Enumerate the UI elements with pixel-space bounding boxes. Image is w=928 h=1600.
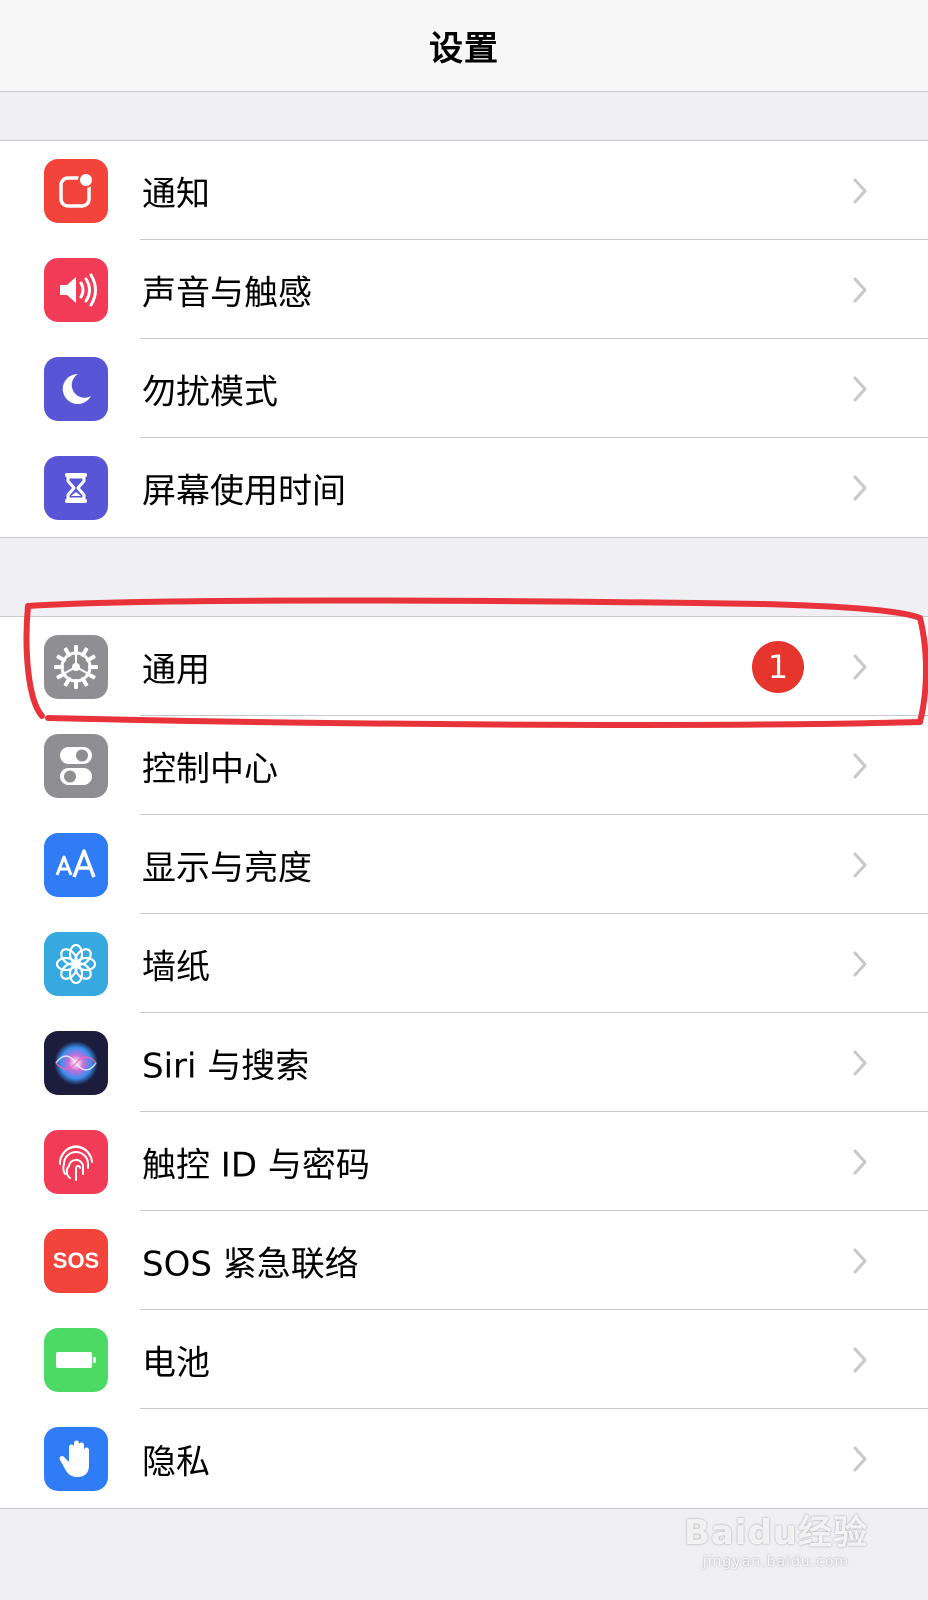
hand-icon [44, 1426, 108, 1491]
settings-row-label: Siri 与搜索 [142, 1046, 310, 1086]
page-title: 设置 [429, 29, 499, 69]
settings-row-do-not-disturb[interactable]: 勿扰模式 [0, 339, 928, 438]
settings-row-label: 勿扰模式 [142, 372, 278, 412]
gear-icon [44, 634, 108, 699]
settings-row-label: 控制中心 [142, 749, 278, 789]
navigation-bar: 设置 [0, 0, 928, 92]
chevron-right-icon [853, 475, 867, 500]
settings-row-sounds[interactable]: 声音与触感 [0, 240, 928, 339]
settings-row-label: 隐私 [142, 1442, 210, 1482]
sos-icon-text: SOS [52, 1247, 100, 1273]
text-size-icon [44, 832, 108, 897]
settings-group-1: 通知 声音与触感 勿扰模式 屏幕使用时间 [0, 140, 928, 538]
settings-row-general[interactable]: 通用 1 [0, 617, 928, 716]
settings-row-label: 显示与亮度 [142, 848, 312, 888]
settings-row-emergency-sos[interactable]: SOS SOS 紧急联络 [0, 1211, 928, 1310]
settings-group-2: 通用 1 控制中心 显示与亮度 墙纸 Siri 与搜索 触控 ID 与密码 SO… [0, 616, 928, 1509]
battery-icon [44, 1327, 108, 1392]
chevron-right-icon [853, 1248, 867, 1273]
siri-icon [44, 1030, 108, 1095]
chevron-right-icon [853, 178, 867, 203]
fingerprint-icon [44, 1129, 108, 1194]
settings-row-label: 触控 ID 与密码 [142, 1145, 370, 1185]
chevron-right-icon [853, 1347, 867, 1372]
settings-row-label: 通用 [142, 650, 210, 690]
watermark: Baidu经验 jingyan.baidu.com [684, 1505, 868, 1570]
settings-row-label: 墙纸 [142, 947, 210, 987]
speaker-icon [44, 257, 108, 322]
hourglass-icon [44, 455, 108, 520]
settings-row-label: 屏幕使用时间 [142, 471, 346, 511]
chevron-right-icon [853, 753, 867, 778]
settings-row-notifications[interactable]: 通知 [0, 141, 928, 240]
sos-icon: SOS [44, 1228, 108, 1293]
chevron-right-icon [853, 951, 867, 976]
chevron-right-icon [853, 852, 867, 877]
settings-row-screen-time[interactable]: 屏幕使用时间 [0, 438, 928, 537]
settings-row-privacy[interactable]: 隐私 [0, 1409, 928, 1508]
settings-row-label: 通知 [142, 174, 210, 214]
settings-row-label: 电池 [142, 1343, 210, 1383]
settings-row-battery[interactable]: 电池 [0, 1310, 928, 1409]
notifications-icon [44, 158, 108, 223]
settings-row-siri[interactable]: Siri 与搜索 [0, 1013, 928, 1112]
notification-badge: 1 [752, 640, 804, 693]
moon-icon [44, 356, 108, 421]
chevron-right-icon [853, 277, 867, 302]
watermark-brand: Baidu经验 [683, 1513, 868, 1553]
chevron-right-icon [853, 376, 867, 401]
chevron-right-icon [853, 1050, 867, 1075]
settings-row-control-center[interactable]: 控制中心 [0, 716, 928, 815]
toggles-icon [44, 733, 108, 798]
settings-row-display[interactable]: 显示与亮度 [0, 815, 928, 914]
chevron-right-icon [853, 1149, 867, 1174]
settings-row-wallpaper[interactable]: 墙纸 [0, 914, 928, 1013]
settings-row-label: SOS 紧急联络 [142, 1244, 359, 1284]
watermark-site: jingyan.baidu.com [702, 1554, 850, 1570]
chevron-right-icon [853, 654, 867, 679]
chevron-right-icon [853, 1446, 867, 1471]
settings-row-label: 声音与触感 [142, 273, 312, 313]
settings-row-touch-id[interactable]: 触控 ID 与密码 [0, 1112, 928, 1211]
flower-icon [44, 931, 108, 996]
